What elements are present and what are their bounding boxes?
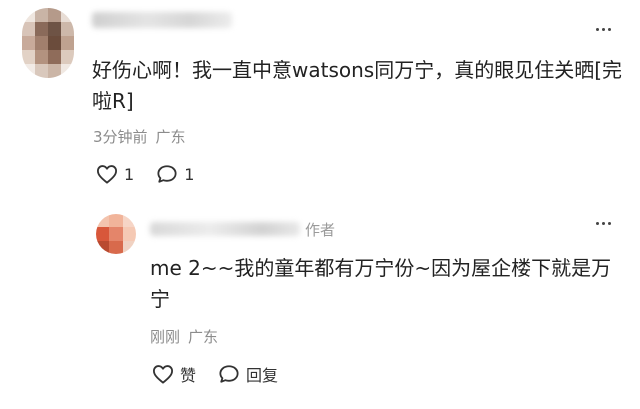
comment-actions: 1 1 [96,164,194,184]
reply-count: 1 [184,164,195,184]
speech-bubble-icon [218,364,240,384]
like-button[interactable]: 赞 [152,362,196,386]
comment-meta: 刚刚 广东 [150,326,218,347]
more-dots-icon[interactable] [596,222,611,225]
comment-reply: 作者 me 2~~我的童年都有万宁份~因为屋企楼下就是万宁 刚刚 广东 赞 回复 [0,200,640,409]
comment-time: 刚刚 [150,328,181,346]
heart-icon [152,364,174,384]
avatar[interactable] [22,8,74,78]
comment-main: 好伤心啊！我一直中意watsons同万宁，真的眼见住关晒[完啦R] 3分钟前 广… [0,0,640,200]
comment-actions: 赞 回复 [152,362,278,386]
more-dots-icon[interactable] [596,28,611,31]
comment-time: 3分钟前 [93,128,148,146]
avatar[interactable] [96,214,136,254]
speech-bubble-icon [156,164,178,184]
heart-icon [96,164,118,184]
author-badge: 作者 [305,221,336,239]
comment-meta: 3分钟前 广东 [93,126,186,147]
comment-location: 广东 [155,128,186,146]
like-label: 赞 [180,366,197,385]
reply-button[interactable]: 1 [156,164,194,184]
comment-text: 好伤心啊！我一直中意watsons同万宁，真的眼见住关晒[完啦R] [92,58,623,113]
reply-button[interactable]: 回复 [218,362,278,386]
username-redacted[interactable] [150,222,300,236]
like-count: 1 [124,164,135,184]
like-button[interactable]: 1 [96,164,134,184]
username-redacted[interactable] [92,12,232,28]
reply-label: 回复 [246,366,279,385]
comment-location: 广东 [188,328,219,346]
comment-text: me 2~~我的童年都有万宁份~因为屋企楼下就是万宁 [150,256,612,311]
